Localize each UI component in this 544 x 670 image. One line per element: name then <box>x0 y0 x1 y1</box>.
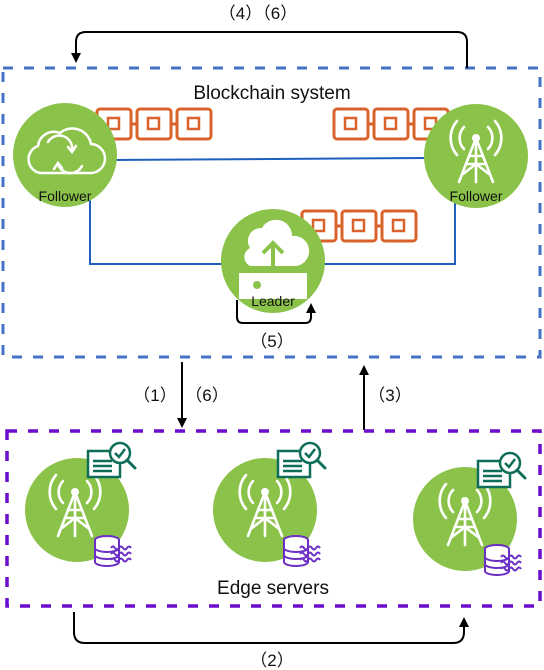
document-verify-icon <box>86 441 137 479</box>
blockchain-system-title: Blockchain system <box>193 83 350 104</box>
document-verify-icon <box>476 451 527 489</box>
step-label-4-6: （4）（6） <box>219 4 297 23</box>
database-stream-icon <box>484 544 522 576</box>
step-label-3: （3） <box>368 386 411 405</box>
arrow-step-2 <box>73 612 469 644</box>
diagram-canvas: Blockchain system Follower Follower Lead… <box>1 4 542 670</box>
leader-label: Leader <box>251 293 295 309</box>
step-label-1: （1） <box>133 386 176 405</box>
step-label-2: （2） <box>250 651 293 670</box>
arrow-step-4-6 <box>71 31 468 68</box>
follower-node-right[interactable]: Follower <box>424 104 528 208</box>
edge-server-3[interactable] <box>413 451 527 576</box>
follower-label-left: Follower <box>39 188 92 204</box>
database-stream-icon <box>283 535 321 567</box>
step-label-6: （6） <box>185 386 228 405</box>
edge-servers-title: Edge servers <box>217 578 329 599</box>
leader-node[interactable]: Leader <box>221 209 325 313</box>
step-label-5: （5） <box>250 332 293 351</box>
chain-icon-left <box>95 107 213 141</box>
edge-server-1[interactable] <box>25 441 137 567</box>
edge-server-2[interactable] <box>213 441 327 567</box>
follower-label-right: Follower <box>450 188 503 204</box>
document-verify-icon <box>276 441 327 479</box>
chain-icon-leader <box>300 209 418 243</box>
database-stream-icon <box>94 535 132 567</box>
follower-node-left[interactable]: Follower <box>13 103 117 207</box>
